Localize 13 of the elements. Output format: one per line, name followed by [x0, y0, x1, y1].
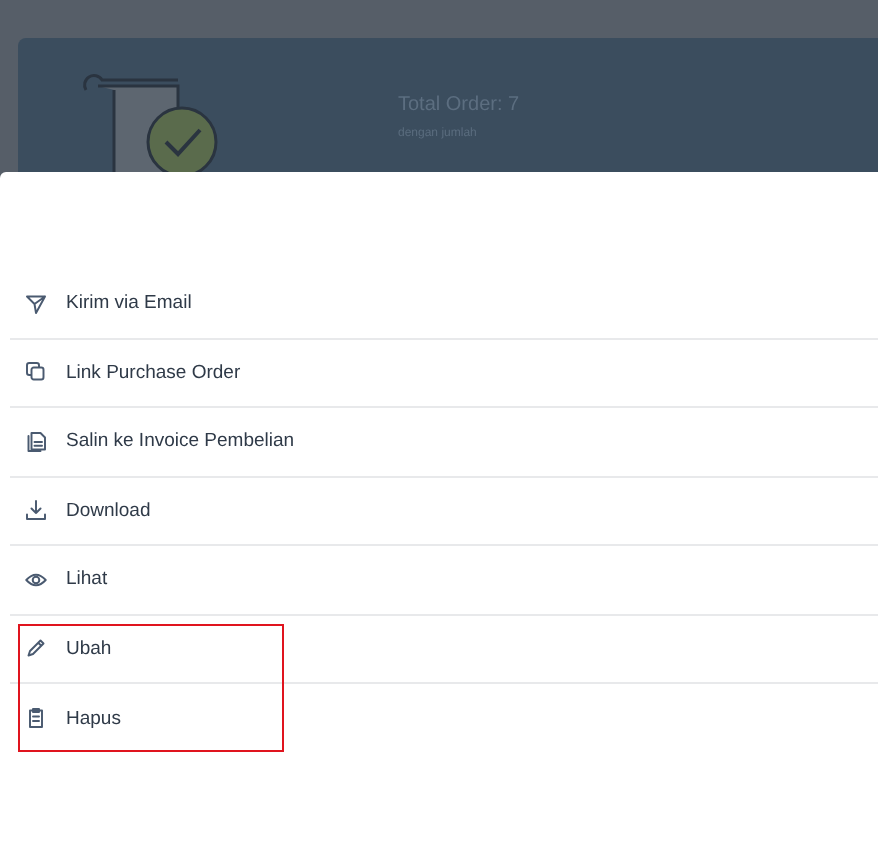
menu-item[interactable]: Kirim via Email: [10, 270, 878, 339]
send-icon: [24, 291, 48, 316]
copy-icon: [24, 360, 48, 385]
pencil-icon: [24, 636, 48, 661]
menu-item[interactable]: Ubah: [10, 615, 878, 684]
clipboard-icon: [24, 706, 48, 731]
document-copy-icon: [24, 429, 48, 454]
menu-item[interactable]: Link Purchase Order: [10, 339, 878, 408]
menu-item[interactable]: Download: [10, 477, 878, 546]
download-icon: [24, 498, 48, 523]
menu-item[interactable]: Hapus: [10, 684, 878, 753]
menu-item[interactable]: Salin ke Invoice Pembelian: [10, 408, 878, 477]
menu-item[interactable]: Lihat: [10, 546, 878, 615]
